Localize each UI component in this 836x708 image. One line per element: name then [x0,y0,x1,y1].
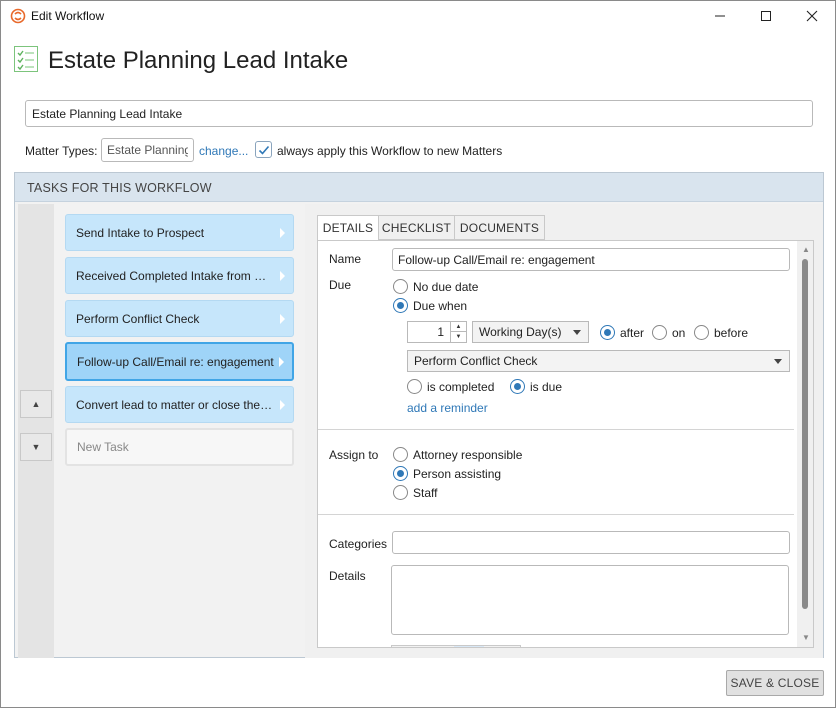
task-item-label: Convert lead to matter or close the lead [76,397,274,412]
page-title: Estate Planning Lead Intake [48,47,349,74]
details-label: Details [329,569,366,583]
chevron-right-icon [280,314,285,324]
maximize-button[interactable] [743,1,789,31]
change-matter-types-link[interactable]: change... [199,144,248,158]
maximize-icon [761,11,771,21]
task-item[interactable]: Received Completed Intake from Prospect [65,257,294,294]
task-name-input[interactable]: Follow-up Call/Email re: engagement [392,248,790,271]
tab-details[interactable]: DETAILS [317,215,379,241]
assign-to-label: Assign to [329,448,379,462]
chevron-down-icon [774,359,782,364]
matter-types-label: Matter Types: [25,144,98,158]
new-task-button[interactable]: New Task [65,428,294,466]
person-assisting-label: Person assisting [413,467,502,481]
toolbar-active-segment [454,646,484,647]
on-label: on [672,326,686,340]
no-due-date-radio[interactable] [393,279,408,294]
section-divider [318,429,794,430]
scroll-down-icon[interactable]: ▼ [802,633,810,642]
triangle-down-icon: ▼ [31,442,41,452]
categories-input[interactable] [392,531,790,554]
task-item[interactable]: Convert lead to matter or close the lead [65,386,294,423]
staff-label: Staff [413,486,438,500]
tab-documents[interactable]: DOCUMENTS [454,215,545,240]
save-close-button[interactable]: SAVE & CLOSE [726,670,824,696]
matter-types-input[interactable] [101,138,194,162]
tasks-panel: TASKS FOR THIS WORKFLOW ▲ ▼ Send Intake … [14,172,824,658]
task-item-selected[interactable]: Follow-up Call/Email re: engagement [65,342,294,381]
related-task-value: Perform Conflict Check [414,354,538,368]
scrollbar-thumb[interactable] [802,259,808,609]
task-item[interactable]: Send Intake to Prospect [65,214,294,251]
scroll-up-icon[interactable]: ▲ [802,245,810,254]
chevron-right-icon [279,357,284,367]
new-task-label: New Task [77,440,129,454]
due-when-label: Due when [413,299,468,313]
is-due-label: is due [530,380,563,394]
stepper-up-icon[interactable]: ▲ [451,322,466,332]
checkmark-icon [258,145,269,155]
task-item-label: Follow-up Call/Email re: engagement [77,354,274,369]
triangle-up-icon: ▲ [31,399,41,409]
checklist-icon [14,46,38,72]
chevron-down-icon [573,330,581,335]
chevron-right-icon [280,400,285,410]
minimize-icon [715,15,725,17]
staff-radio[interactable] [393,485,408,500]
task-details-pane: DETAILS CHECKLIST DOCUMENTS Name Follow-… [305,204,823,658]
after-radio[interactable] [600,325,615,340]
offset-value: 1 [437,325,444,339]
on-radio[interactable] [652,325,667,340]
app-logo-icon [10,8,26,24]
details-content: Name Follow-up Call/Email re: engagement… [317,240,814,648]
add-reminder-link[interactable]: add a reminder [407,401,488,415]
always-apply-label: always apply this Workflow to new Matter… [277,144,503,158]
after-label: after [620,326,645,340]
task-item-label: Perform Conflict Check [76,311,200,326]
person-assisting-radio[interactable] [393,466,408,481]
no-due-date-label: No due date [413,280,479,294]
minimize-button[interactable] [697,1,743,31]
offset-stepper[interactable]: 1 ▲ ▼ [407,321,467,343]
move-up-button[interactable]: ▲ [20,390,52,418]
task-item-label: Send Intake to Prospect [76,225,205,240]
categories-label: Categories [329,537,388,551]
time-unit-select[interactable]: Working Day(s) [472,321,589,343]
is-completed-radio[interactable] [407,379,422,394]
edit-workflow-window: Edit Workflow Estate Planning Lead Intak… [0,0,836,708]
stepper-buttons: ▲ ▼ [450,322,466,342]
chevron-right-icon [280,271,285,281]
due-when-radio[interactable] [393,298,408,313]
workflow-name-input[interactable] [25,100,813,127]
close-button[interactable] [789,1,835,31]
editor-toolbar [391,645,521,647]
title-bar: Edit Workflow [1,1,835,31]
details-scrollbar[interactable]: ▲ ▼ [797,241,813,647]
chevron-right-icon [280,228,285,238]
time-unit-value: Working Day(s) [479,325,562,339]
attorney-responsible-label: Attorney responsible [413,448,523,462]
attorney-responsible-radio[interactable] [393,447,408,462]
window-title: Edit Workflow [31,9,105,23]
details-textarea[interactable] [391,565,789,635]
before-label: before [714,326,749,340]
tab-checklist[interactable]: CHECKLIST [378,215,455,240]
task-item[interactable]: Perform Conflict Check [65,300,294,337]
related-task-select[interactable]: Perform Conflict Check [407,350,790,372]
always-apply-checkbox[interactable] [255,141,272,158]
stepper-down-icon[interactable]: ▼ [451,332,466,342]
reorder-column: ▲ ▼ [18,204,54,658]
move-down-button[interactable]: ▼ [20,433,52,461]
task-item-label: Received Completed Intake from Prospect [76,268,274,283]
is-due-radio[interactable] [510,379,525,394]
tasks-header: TASKS FOR THIS WORKFLOW [15,173,823,202]
name-label: Name [329,252,362,266]
before-radio[interactable] [694,325,709,340]
close-icon [806,10,818,22]
tasks-header-label: TASKS FOR THIS WORKFLOW [27,181,212,195]
due-label: Due [329,278,352,292]
is-completed-label: is completed [427,380,495,394]
section-divider [318,514,794,515]
